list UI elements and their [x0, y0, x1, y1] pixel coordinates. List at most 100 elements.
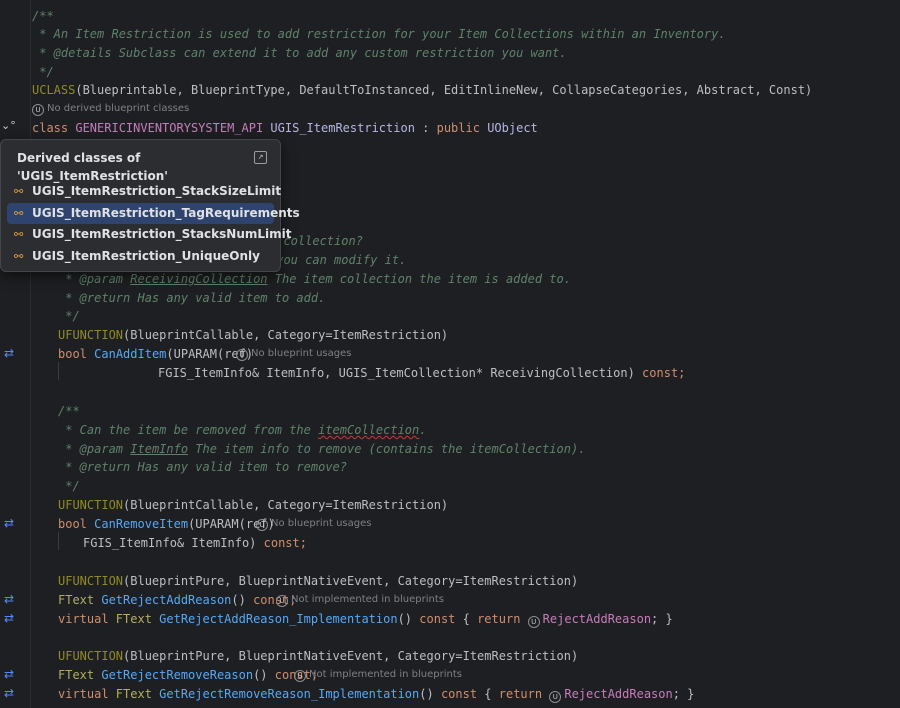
macro-ufunction[interactable]: UFUNCTION [58, 498, 123, 512]
code-line: FGIS_ItemInfo& ItemInfo) const; [83, 534, 307, 552]
typo-word[interactable]: itemCollection [318, 423, 419, 437]
ufunction-args: (BlueprintCallable, Category=ItemRestric… [123, 498, 449, 512]
params: FGIS_ItemInfo& ItemInfo) [83, 536, 257, 550]
popup-item[interactable]: ⚯ UGIS_ItemRestriction_StackSizeLimit [7, 181, 281, 202]
keyword: virtual [58, 687, 109, 701]
keyword: bool [58, 517, 87, 531]
ufunction-args: (BlueprintPure, BlueprintNativeEvent, Ca… [123, 574, 579, 588]
punctuation: () [397, 612, 420, 626]
code-line: FText GetRejectRemoveReason() const; [58, 666, 318, 684]
function-name[interactable]: GetRejectRemoveReason_Implementation [159, 687, 419, 701]
unreal-icon: U [294, 670, 306, 682]
hint-text: Not implemented in blueprints [309, 669, 462, 680]
override-icon[interactable]: ⇄ [2, 346, 16, 360]
doc-tag: * @param [58, 272, 124, 286]
hint-text: Not implemented in blueprints [291, 594, 444, 605]
function-name[interactable]: CanRemoveItem [94, 517, 188, 531]
code-line: bool CanRemoveItem(UPARAM(ref) [58, 515, 275, 533]
unreal-icon: U [256, 519, 268, 531]
popup-item[interactable]: ⚯ UGIS_ItemRestriction_UniqueOnly [7, 246, 274, 267]
doc-tag: * @param [58, 442, 124, 456]
macro-uclass[interactable]: UCLASS [32, 83, 75, 97]
punctuation: { [477, 687, 499, 701]
comment-text: Has any valid item to add. [130, 291, 326, 305]
type-name: FText [108, 612, 160, 626]
keyword: virtual [58, 612, 109, 626]
function-name[interactable]: GetRejectAddReason [101, 593, 231, 607]
override-icon[interactable]: ⇄ [2, 667, 16, 681]
override-icon[interactable]: ⇄ [2, 516, 16, 530]
popup-item-selected[interactable]: ⚯ UGIS_ItemRestriction_TagRequirements [7, 203, 300, 224]
hint-text: No blueprint usages [271, 518, 372, 529]
keyword: return [498, 687, 543, 701]
hierarchy-caret-icon[interactable]: ⌄° [1, 119, 16, 132]
inlay-hint[interactable]: U Not implemented in blueprints [294, 667, 462, 683]
keyword: public [436, 121, 480, 135]
unreal-icon: U [236, 349, 248, 361]
inlay-hint[interactable]: U No blueprint usages [256, 516, 371, 532]
keyword: const; [634, 366, 686, 380]
member-name[interactable]: RejectAddReason [543, 612, 651, 626]
code-line: FText GetRejectAddReason() const; [58, 591, 296, 609]
punctuation: { [455, 612, 478, 626]
code-line: UFUNCTION(BlueprintPure, BlueprintNative… [58, 647, 578, 665]
code-line: * @details Subclass can extend it to add… [32, 44, 567, 62]
base-class[interactable]: UObject [480, 121, 538, 135]
macro-ufunction[interactable]: UFUNCTION [58, 574, 123, 588]
keyword: bool [58, 347, 87, 361]
pin-icon[interactable]: ↗ [254, 151, 267, 164]
code-line: */ [58, 479, 80, 493]
type-name: FText [58, 668, 95, 682]
code-line: UCLASS(Blueprintable, BlueprintType, Def… [32, 81, 812, 99]
popup-item-label: UGIS_ItemRestriction_StacksNumLimit [32, 227, 292, 241]
override-icon[interactable]: ⇄ [2, 686, 16, 700]
popup-title: Derived classes of 'UGIS_ItemRestriction… [17, 151, 168, 183]
inlay-hint[interactable]: U No derived blueprint classes [32, 101, 189, 117]
macro-ufunction[interactable]: UFUNCTION [58, 649, 123, 663]
comment-text: . [419, 423, 427, 437]
class-name[interactable]: UGIS_ItemRestriction [270, 121, 415, 135]
punctuation: () [231, 593, 246, 607]
unreal-icon: U [276, 595, 288, 607]
function-name[interactable]: CanAddItem [94, 347, 166, 361]
comment-text: The item collection the item is added to… [267, 272, 571, 286]
popup-item[interactable]: ⚯ UGIS_ItemRestriction_StacksNumLimit [7, 224, 292, 245]
api-macro: GENERICINVENTORYSYSTEM_API [68, 121, 271, 135]
code-line: /** [32, 9, 54, 23]
doc-tag: * @details [32, 46, 112, 60]
doc-tag: * @return [58, 460, 131, 474]
function-name[interactable]: GetRejectAddReason_Implementation [159, 612, 397, 626]
inlay-hint[interactable]: U Not implemented in blueprints [276, 592, 444, 608]
keyword: class [32, 121, 69, 135]
derived-class-icon: ⚯ [14, 228, 24, 241]
type-name: FText [58, 593, 95, 607]
code-line: * @return Has any valid item to add. [58, 289, 325, 307]
unreal-icon-inline: U [549, 690, 564, 703]
punctuation: ; } [651, 612, 673, 626]
punctuation: ; } [672, 687, 695, 701]
ufunction-args: (BlueprintCallable, Category=ItemRestric… [123, 328, 449, 342]
code-line: * @param ItemInfo The item info to remov… [58, 440, 585, 458]
code-line: virtual FText GetRejectRemoveReason_Impl… [58, 685, 694, 703]
code-line: * @return Has any valid item to remove? [58, 458, 347, 476]
code-line: */ [58, 309, 80, 323]
code-line: UFUNCTION(BlueprintPure, BlueprintNative… [58, 572, 578, 590]
comment-text: The item info to remove (contains the it… [188, 442, 586, 456]
popup-item-label: UGIS_ItemRestriction_TagRequirements [32, 206, 300, 220]
function-name[interactable]: GetRejectRemoveReason [101, 668, 253, 682]
override-icon[interactable]: ⇄ [2, 611, 16, 625]
override-icon[interactable]: ⇄ [2, 592, 16, 606]
inlay-hint[interactable]: U No blueprint usages [236, 346, 351, 362]
params: FGIS_ItemInfo& ItemInfo, UGIS_ItemCollec… [158, 366, 635, 380]
derived-class-icon: ⚯ [14, 185, 24, 198]
comment-text: Subclass can extend it to add any custom… [111, 46, 567, 60]
macro-ufunction[interactable]: UFUNCTION [58, 328, 123, 342]
code-line: FGIS_ItemInfo& ItemInfo, UGIS_ItemCollec… [158, 364, 685, 382]
member-name[interactable]: RejectAddReason [564, 687, 672, 701]
doc-tag: * @return [58, 291, 131, 305]
code-line: UFUNCTION(BlueprintCallable, Category=It… [58, 496, 448, 514]
keyword: return [477, 612, 521, 626]
punctuation: () [419, 687, 441, 701]
hint-text: No blueprint usages [251, 348, 352, 359]
derived-class-icon: ⚯ [14, 250, 24, 263]
